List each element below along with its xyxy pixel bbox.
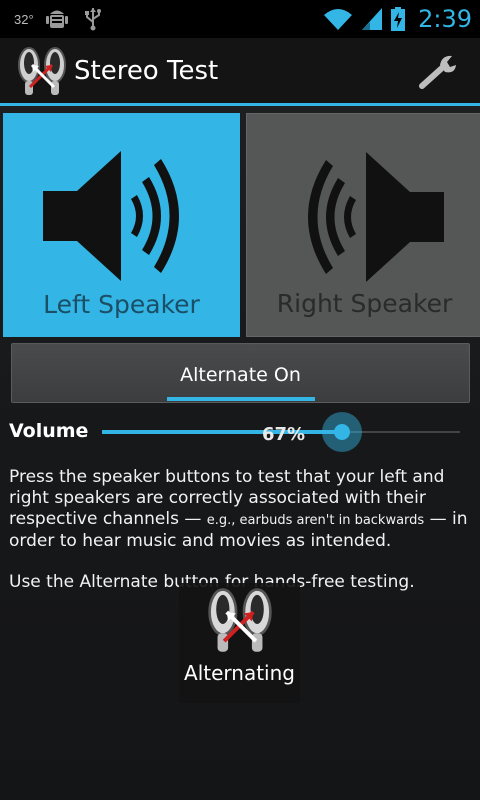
android-debug-icon [45,10,68,28]
instructions-text: Press the speaker buttons to test that y… [9,467,471,552]
status-bar: 32° 2:39 [0,0,480,38]
instructions-example: e.g., earbuds aren't in backwards [206,513,425,528]
app-title: Stereo Test [74,55,219,86]
speaker-right-facing-icon [42,151,179,281]
alternate-toggle-button[interactable]: Alternate On [11,343,470,403]
volume-label: Volume [9,420,89,442]
temperature-text: 32° [14,11,34,27]
toast-label: Alternating [184,661,295,685]
earbuds-logo-icon [207,588,272,652]
alternate-label: Alternate On [180,364,301,386]
speaker-left-facing-icon [307,152,444,282]
wrench-icon[interactable] [418,52,462,92]
right-speaker-label: Right Speaker [276,289,453,318]
left-speaker-label: Left Speaker [43,290,200,319]
alternating-toast: Alternating [179,583,300,703]
action-bar: Stereo Test [0,38,480,106]
slider-fill [102,430,342,434]
toggle-on-indicator [167,397,315,401]
usb-icon [84,8,101,31]
volume-value: 67% [262,424,306,445]
signal-icon [362,8,383,30]
slider-thumb[interactable] [333,424,350,440]
battery-charging-icon [391,7,406,31]
right-speaker-button[interactable]: Right Speaker [246,113,480,337]
earbuds-logo-icon[interactable] [16,43,68,99]
clock-text: 2:39 [418,5,472,33]
wifi-icon [324,9,353,30]
left-speaker-button[interactable]: Left Speaker [3,113,240,337]
